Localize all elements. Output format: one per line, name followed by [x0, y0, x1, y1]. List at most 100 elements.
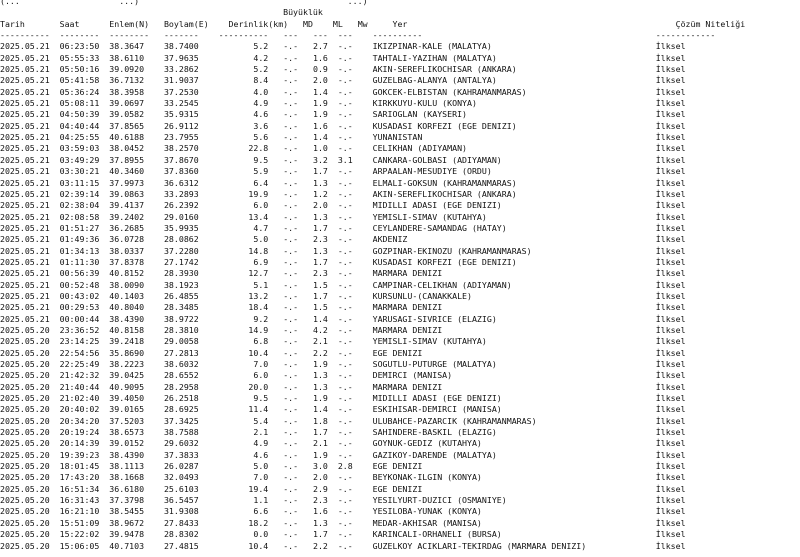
table-row-md: -.-	[283, 268, 299, 279]
table-row-depth: 9.2	[218, 313, 269, 324]
table-row-lon: 28.0862	[163, 234, 199, 245]
table-row-md: -.-	[283, 177, 299, 188]
table-row-lon: 37.3833	[163, 449, 199, 460]
table-row-date: 2025.05.20	[0, 483, 55, 494]
table-row-location: GOZPINAR-EKINOZU (KAHRAMANMARAS)	[372, 245, 626, 256]
table-row-location: YESILOBA-YUNAK (KONYA)	[372, 506, 626, 517]
table-row-ml: 1.7	[313, 256, 328, 267]
table-row-mw: -.-	[337, 234, 353, 245]
table-row-lon: 26.2392	[163, 200, 199, 211]
table-row-mw: -.-	[337, 438, 353, 449]
table-row-mw: -.-	[337, 347, 353, 358]
table-row-lon: 33.2893	[163, 188, 199, 199]
table-row-quality: İlksel	[655, 359, 726, 369]
table-row-lat: 37.3798	[109, 495, 150, 506]
table-row-ml: 1.3	[313, 517, 328, 528]
table-row-lat: 38.0090	[109, 279, 150, 290]
table-row-quality: İlksel	[655, 381, 726, 392]
table-row-depth: 11.4	[218, 404, 269, 415]
column-header-md: MD	[303, 18, 318, 29]
table-row-time: 20:19:24	[59, 427, 100, 438]
table-row-quality: İlksel	[655, 245, 726, 256]
table-row-lon: 37.9635	[163, 52, 199, 63]
table-row-quality: İlksel	[655, 415, 726, 426]
table-row-location: YESILYURT-DUZICI (OSMANIYE)	[372, 495, 626, 506]
table-row-md: -.-	[283, 359, 299, 369]
table-row-md: -.-	[283, 290, 299, 301]
header-separator-date: ----------	[0, 30, 55, 41]
table-row-quality: İlksel	[655, 347, 726, 358]
table-row-date: 2025.05.20	[0, 381, 55, 392]
table-row-lat: 36.0728	[109, 234, 150, 245]
table-row: 2025.05.20 17:43:20 38.1668 32.0493 7.0 …	[0, 472, 745, 483]
table-row-depth: 14.9	[218, 324, 269, 335]
table-row-ml: 1.7	[313, 529, 328, 540]
table-row-lat: 38.1113	[109, 461, 150, 472]
table-row-depth: 19.9	[218, 188, 269, 199]
table-row-depth: 9.5	[218, 154, 269, 165]
table-row-time: 03:59:03	[59, 143, 100, 154]
table-row: 2025.05.21 01:51:27 36.2685 35.9935 4.7 …	[0, 223, 745, 234]
table-row-depth: 5.4	[218, 415, 269, 426]
table-row-location: ESKIHISAR-DEMIRCI (MANISA)	[372, 404, 626, 415]
table-row-date: 2025.05.20	[0, 461, 55, 472]
table-row-lat: 39.0425	[109, 370, 150, 381]
table-row-date: 2025.05.21	[0, 279, 55, 290]
table-row-lon: 26.2518	[163, 393, 199, 404]
table-row-date: 2025.05.21	[0, 120, 55, 131]
table-row-lat: 38.9672	[109, 517, 150, 528]
table-row-ml: 1.0	[313, 143, 328, 154]
table-row-location: SOGUTLU-PUTURGE (MALATYA)	[372, 359, 626, 369]
table-row-lat: 35.8690	[109, 347, 150, 358]
table-row-time: 18:01:45	[59, 461, 100, 472]
table-row-quality: İlksel	[655, 166, 726, 177]
table-row-date: 2025.05.20	[0, 495, 55, 506]
table-row-time: 05:08:11	[59, 98, 100, 109]
table-row-location: EGE DENIZI	[372, 461, 626, 472]
table-row-location: YARUSAGI-SIVRICE (ELAZIG)	[372, 313, 626, 324]
table-row: 2025.05.20 15:22:02 39.9478 28.8302 0.0 …	[0, 529, 745, 540]
table-row-lat: 38.2223	[109, 359, 150, 369]
table-row: 2025.05.20 16:51:34 36.6180 25.6103 19.4…	[0, 484, 745, 495]
table-row-time: 21:42:32	[59, 370, 100, 381]
table-row-date: 2025.05.21	[0, 268, 55, 279]
table-row: 2025.05.21 00:56:39 40.8152 28.3930 12.7…	[0, 268, 745, 279]
table-row-lon: 27.1742	[163, 256, 199, 267]
table-row-date: 2025.05.20	[0, 404, 55, 415]
table-row-time: 21:02:40	[59, 393, 100, 404]
table-row-time: 16:21:10	[59, 506, 100, 517]
table-row: 2025.05.20 15:06:05 40.7103 27.4815 10.4…	[0, 541, 745, 552]
table-row-location: BEYKONAK-ILGIN (KONYA)	[372, 472, 626, 483]
table-row-time: 23:14:25	[59, 336, 100, 347]
table-row-quality: İlksel	[655, 200, 726, 211]
table-row: 2025.05.21 04:50:39 39.0582 35.9315 4.6 …	[0, 109, 745, 120]
table-row-lat: 40.1403	[109, 290, 150, 301]
table-row-location: YEMISLI-SIMAV (KUTAHYA)	[372, 211, 626, 222]
table-row: 2025.05.20 15:51:09 38.9672 27.8433 18.2…	[0, 518, 745, 529]
table-row-quality: İlksel	[655, 438, 726, 449]
table-row-mw: -.-	[337, 188, 353, 199]
table-row-date: 2025.05.20	[0, 324, 55, 335]
table-row-date: 2025.05.21	[0, 177, 55, 188]
table-row-ml: 2.3	[313, 234, 328, 245]
table-row-md: -.-	[283, 449, 299, 460]
table-row-depth: 5.9	[218, 166, 269, 177]
table-row-location: YEMISLI-SIMAV (KUTAHYA)	[372, 336, 626, 347]
table-row-md: -.-	[283, 438, 299, 449]
table-row-quality: İlksel	[655, 188, 726, 199]
table-row-lat: 38.5455	[109, 506, 150, 517]
table-row-ml: 1.9	[313, 449, 328, 460]
table-row: 2025.05.20 21:42:32 39.0425 28.6552 6.0 …	[0, 370, 745, 381]
table-row-date: 2025.05.21	[0, 143, 55, 154]
table-row-lat: 38.4390	[109, 313, 150, 324]
table-row-date: 2025.05.21	[0, 154, 55, 165]
table-row-lat: 38.1668	[109, 472, 150, 483]
column-header: Tarih Saat Enlem(N) Boylam(E) Derinlik(k…	[0, 19, 745, 30]
table-row-location: GOKCEK-ELBISTAN (KAHRAMANMARAS)	[372, 86, 626, 97]
table-row-date: 2025.05.21	[0, 188, 55, 199]
table-row-mw: -.-	[337, 177, 353, 188]
header-separator-quality: ------------	[655, 30, 726, 41]
table-row-mw: -.-	[337, 245, 353, 256]
table-row-time: 03:30:21	[59, 166, 100, 177]
table-row-lon: 29.6032	[163, 438, 199, 449]
